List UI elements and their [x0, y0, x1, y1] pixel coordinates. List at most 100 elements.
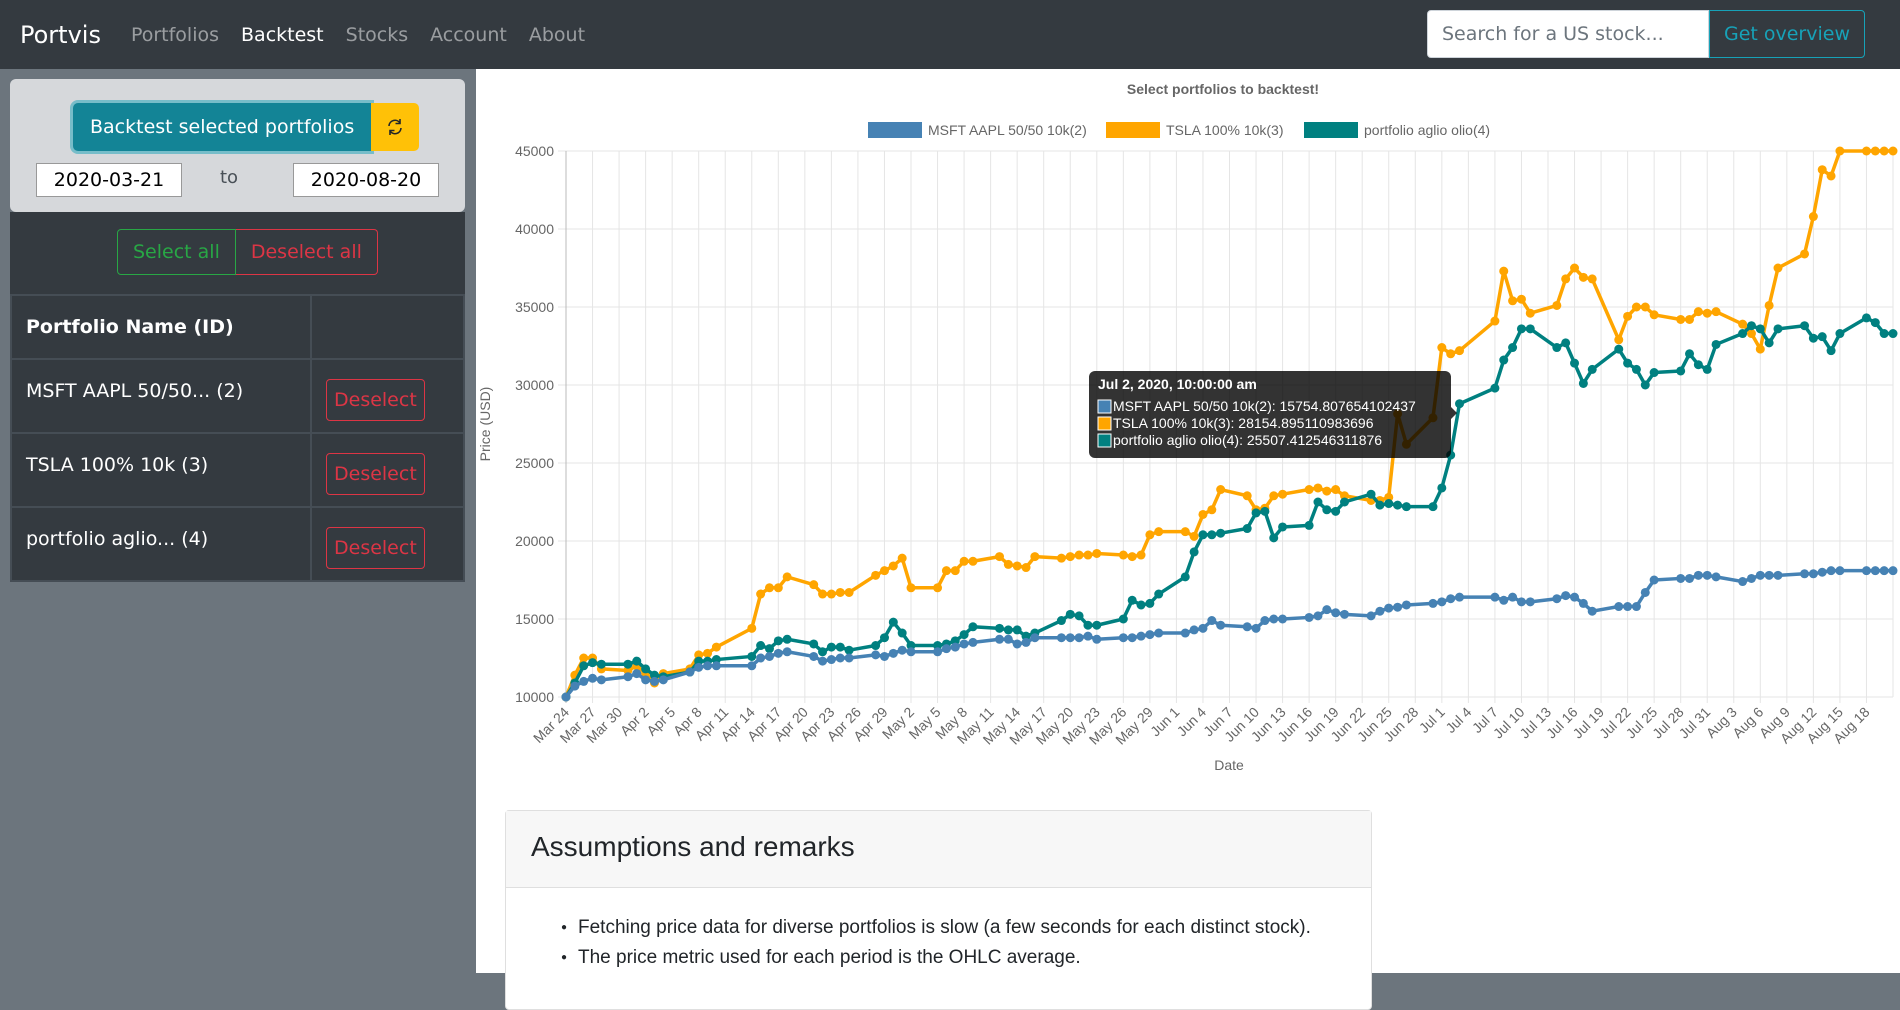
data-point: [1092, 634, 1102, 644]
date-from-input[interactable]: [36, 163, 182, 197]
nav-account[interactable]: Account: [430, 24, 507, 46]
data-point: [888, 561, 898, 571]
data-point: [1180, 527, 1190, 537]
data-point: [1304, 612, 1314, 622]
assumptions-card: Assumptions and remarks Fetching price d…: [505, 810, 1372, 1010]
data-point: [1207, 530, 1217, 540]
data-point: [1455, 399, 1465, 409]
data-point: [871, 570, 881, 580]
data-point: [950, 566, 960, 576]
stock-search-input[interactable]: [1426, 10, 1709, 58]
data-point: [1879, 146, 1889, 156]
x-tick-label: Jul 1: [1416, 704, 1448, 736]
data-point: [1340, 497, 1350, 507]
refresh-button[interactable]: [371, 103, 420, 151]
refresh-icon: [388, 119, 403, 135]
data-point: [809, 580, 819, 590]
portfolio-action-cell: Deselect: [310, 506, 465, 582]
data-point: [1755, 570, 1765, 580]
data-point: [1189, 625, 1199, 635]
data-point: [764, 583, 774, 593]
data-point: [1313, 611, 1323, 621]
deselect-button[interactable]: Deselect: [326, 379, 425, 421]
select-all-button[interactable]: Select all: [117, 229, 236, 275]
deselect-button[interactable]: Deselect: [326, 527, 425, 569]
data-point: [1393, 500, 1403, 510]
data-point: [844, 645, 854, 655]
data-point: [1012, 639, 1022, 649]
data-point: [1817, 567, 1827, 577]
nav-portfolios[interactable]: Portfolios: [131, 24, 219, 46]
data-point: [1154, 628, 1164, 638]
deselect-all-button[interactable]: Deselect all: [235, 229, 378, 275]
tooltip-swatch: [1097, 399, 1112, 414]
portfolio-name: TSLA 100% 10k (3): [10, 432, 312, 508]
data-point: [1835, 329, 1845, 339]
data-point: [1065, 552, 1075, 562]
data-point: [1083, 631, 1093, 641]
x-tick-label: Jun 1: [1147, 704, 1183, 740]
data-point: [968, 556, 978, 566]
legend-swatch: [868, 122, 922, 138]
nav-backtest[interactable]: Backtest: [241, 24, 324, 46]
legend-label: TSLA 100% 10k(3): [1166, 122, 1284, 138]
sidebar: Backtest selected portfolios to Select a…: [10, 79, 465, 582]
nav-about[interactable]: About: [529, 24, 585, 46]
data-point: [623, 672, 633, 682]
data-point: [1861, 146, 1871, 156]
data-point: [1446, 594, 1456, 604]
data-point: [1331, 506, 1341, 516]
data-point: [1375, 606, 1385, 616]
data-point: [1623, 358, 1633, 368]
data-point: [959, 639, 969, 649]
data-point: [1331, 485, 1341, 495]
data-point: [1570, 592, 1580, 602]
data-point: [1773, 263, 1783, 273]
tooltip-swatch: [1097, 416, 1112, 431]
data-point: [1198, 530, 1208, 540]
data-point: [1446, 349, 1456, 359]
chart-tooltip: Jul 2, 2020, 10:00:00 am MSFT AAPL 50/50…: [1089, 371, 1457, 458]
portfolio-selection: Select all Deselect all Portfolio Name (…: [10, 212, 465, 582]
data-point: [1570, 358, 1580, 368]
data-point: [1313, 483, 1323, 493]
data-point: [1074, 611, 1084, 621]
data-point: [1631, 302, 1641, 312]
tooltip-line: MSFT AAPL 50/50 10k(2): 15754.8076541024…: [1113, 398, 1416, 414]
data-point: [844, 653, 854, 663]
data-point: [888, 648, 898, 658]
data-point: [1242, 491, 1252, 501]
data-point: [968, 622, 978, 632]
data-point: [835, 642, 845, 652]
data-point: [1145, 598, 1155, 608]
data-point: [1764, 300, 1774, 310]
data-point: [1136, 631, 1146, 641]
data-point: [1888, 566, 1898, 576]
get-overview-button[interactable]: Get overview: [1708, 10, 1865, 58]
data-point: [1738, 577, 1748, 587]
backtest-chart[interactable]: Select portfolios to backtest! MSFT AAPL…: [476, 69, 1900, 804]
data-point: [1640, 302, 1650, 312]
data-point: [782, 647, 792, 657]
data-point: [1437, 597, 1447, 607]
data-point: [818, 589, 828, 599]
nav-stocks[interactable]: Stocks: [346, 24, 408, 46]
brand-logo[interactable]: Portvis: [20, 21, 101, 49]
deselect-button[interactable]: Deselect: [326, 453, 425, 495]
backtest-selected-button[interactable]: Backtest selected portfolios: [73, 103, 372, 151]
data-point: [1003, 634, 1013, 644]
tooltip-swatch: [1097, 433, 1112, 448]
data-point: [1455, 346, 1465, 356]
data-point: [1800, 249, 1810, 259]
data-point: [764, 644, 774, 654]
y-tick-label: 45000: [515, 143, 554, 159]
y-axis-label: Price (USD): [477, 387, 493, 462]
data-point: [1870, 566, 1880, 576]
x-tick-label: Apr 2: [617, 704, 652, 739]
data-point: [1808, 212, 1818, 222]
data-point: [906, 583, 916, 593]
data-point: [1118, 550, 1128, 560]
data-point: [968, 637, 978, 647]
data-point: [1649, 368, 1659, 378]
date-to-input[interactable]: [293, 163, 439, 197]
